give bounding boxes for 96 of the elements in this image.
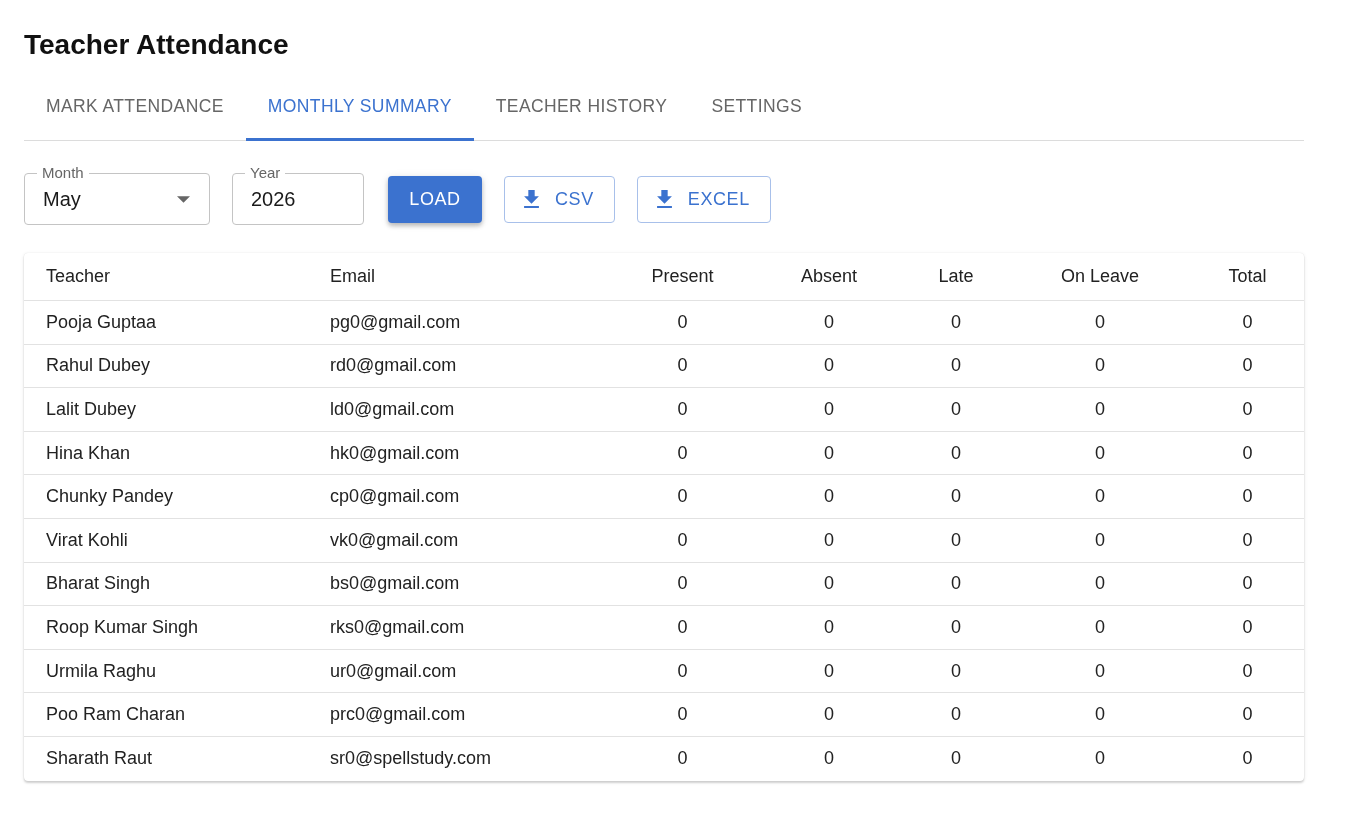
table-cell: 0: [677, 616, 688, 638]
table-cell: 0: [951, 355, 961, 377]
table-cell: 0: [677, 748, 688, 770]
table-cell: Pooja Guptaa: [46, 311, 157, 333]
table-cell: 0: [1095, 704, 1105, 726]
table-cell: 0: [951, 486, 961, 508]
table-cell: 0: [824, 355, 834, 377]
table-cell: 0: [1095, 399, 1105, 420]
table-cell: 0: [677, 311, 688, 333]
table-cell: 0: [1242, 616, 1253, 638]
table-cell: 0: [1242, 573, 1253, 595]
table-cell: Chunky Pandey: [46, 486, 174, 508]
table-cell: 0: [824, 573, 834, 595]
table-cell: cp0@gmail.com: [330, 486, 460, 508]
table-cell: 0: [677, 529, 688, 551]
tab[interactable]: SETTINGS: [689, 78, 825, 141]
table-cell: 0: [1242, 748, 1253, 770]
table-cell: 0: [1095, 748, 1105, 770]
table-cell: 0: [951, 748, 961, 770]
table-cell: 0: [677, 355, 688, 377]
table-cell: Virat Kohli: [46, 529, 128, 551]
table-cell: ur0@gmail.com: [330, 660, 457, 682]
table-cell: 0: [677, 704, 688, 726]
table-cell: 0: [1242, 399, 1253, 420]
table-cell: 0: [951, 529, 961, 551]
table-cell: 0: [951, 616, 961, 638]
table-cell: rks0@gmail.com: [330, 616, 465, 638]
download-icon: [524, 190, 539, 208]
column-header: Present: [651, 266, 714, 287]
field-label: Month: [37, 164, 89, 181]
table-cell: 0: [824, 486, 834, 508]
table-cell: 0: [1242, 660, 1253, 682]
table-cell: 0: [951, 660, 961, 682]
table-cell: ld0@gmail.com: [330, 399, 455, 420]
table-cell: Hina Khan: [46, 442, 131, 464]
table-cell: 0: [1095, 660, 1105, 682]
table-cell: 0: [1095, 486, 1105, 508]
table-cell: Urmila Raghu: [46, 660, 157, 682]
table-cell: 0: [951, 442, 961, 464]
table-cell: bs0@gmail.com: [330, 573, 460, 595]
tab[interactable]: MARK ATTENDANCE: [24, 78, 246, 141]
table-cell: 0: [677, 573, 688, 595]
table-cell: 0: [824, 616, 834, 638]
column-header: Absent: [800, 266, 857, 287]
table-cell: pg0@gmail.com: [330, 311, 461, 333]
table-cell: 0: [677, 486, 688, 508]
table-cell: hk0@gmail.com: [330, 442, 460, 464]
table-cell: Poo Ram Charan: [46, 704, 186, 726]
table-cell: 0: [1095, 311, 1105, 333]
table-cell: 0: [677, 399, 688, 420]
download-button[interactable]: CSV: [504, 175, 615, 223]
table-cell: 0: [1095, 616, 1105, 638]
load-button[interactable]: LOAD: [388, 175, 482, 223]
column-header: Total: [1228, 266, 1267, 287]
table-cell: 0: [951, 573, 961, 595]
table-cell: 0: [951, 704, 961, 726]
page-title: Teacher Attendance: [24, 28, 289, 62]
column-header: Teacher: [46, 266, 111, 287]
table-cell: rd0@gmail.com: [330, 355, 457, 377]
table-cell: Rahul Dubey: [46, 355, 151, 377]
table-cell: 0: [1095, 573, 1105, 595]
table-cell: prc0@gmail.com: [330, 704, 466, 726]
caret-icon: [177, 195, 190, 203]
table-cell: 0: [951, 311, 961, 333]
column-header: Late: [938, 266, 974, 287]
download-button[interactable]: EXCEL: [636, 175, 771, 223]
table-cell: 0: [824, 660, 834, 682]
table-cell: Bharat Singh: [46, 573, 151, 595]
table-cell: Roop Kumar Singh: [46, 616, 199, 638]
tab[interactable]: MONTHLY SUMMARY: [245, 78, 474, 141]
tab[interactable]: TEACHER HISTORY: [473, 78, 690, 141]
table-cell: 0: [824, 442, 834, 464]
table-cell: 0: [677, 660, 688, 682]
table-cell: 0: [1242, 311, 1253, 333]
table-cell: 0: [951, 399, 961, 420]
table-cell: Lalit Dubey: [46, 399, 137, 420]
table-cell: 0: [824, 529, 834, 551]
column-header: Email: [330, 266, 375, 287]
table-cell: 0: [824, 748, 834, 770]
table-cell: 0: [1242, 355, 1253, 377]
table-cell: 0: [1095, 355, 1105, 377]
table-cell: 0: [824, 399, 834, 420]
table-cell: 0: [1242, 529, 1253, 551]
table-cell: 0: [677, 442, 688, 464]
table-cell: 0: [1095, 442, 1105, 464]
column-header: On Leave: [1060, 266, 1140, 287]
table-cell: 0: [1242, 442, 1253, 464]
table-cell: 0: [1095, 529, 1105, 551]
download-icon: [656, 190, 672, 208]
table-cell: vk0@gmail.com: [330, 529, 459, 551]
table-cell: Sharath Raut: [46, 748, 153, 770]
table-cell: 0: [824, 704, 834, 726]
table-cell: 0: [1242, 704, 1253, 726]
table-cell: sr0@spellstudy.com: [330, 748, 491, 770]
table-cell: 0: [824, 311, 834, 333]
table-cell: 0: [1242, 486, 1253, 508]
